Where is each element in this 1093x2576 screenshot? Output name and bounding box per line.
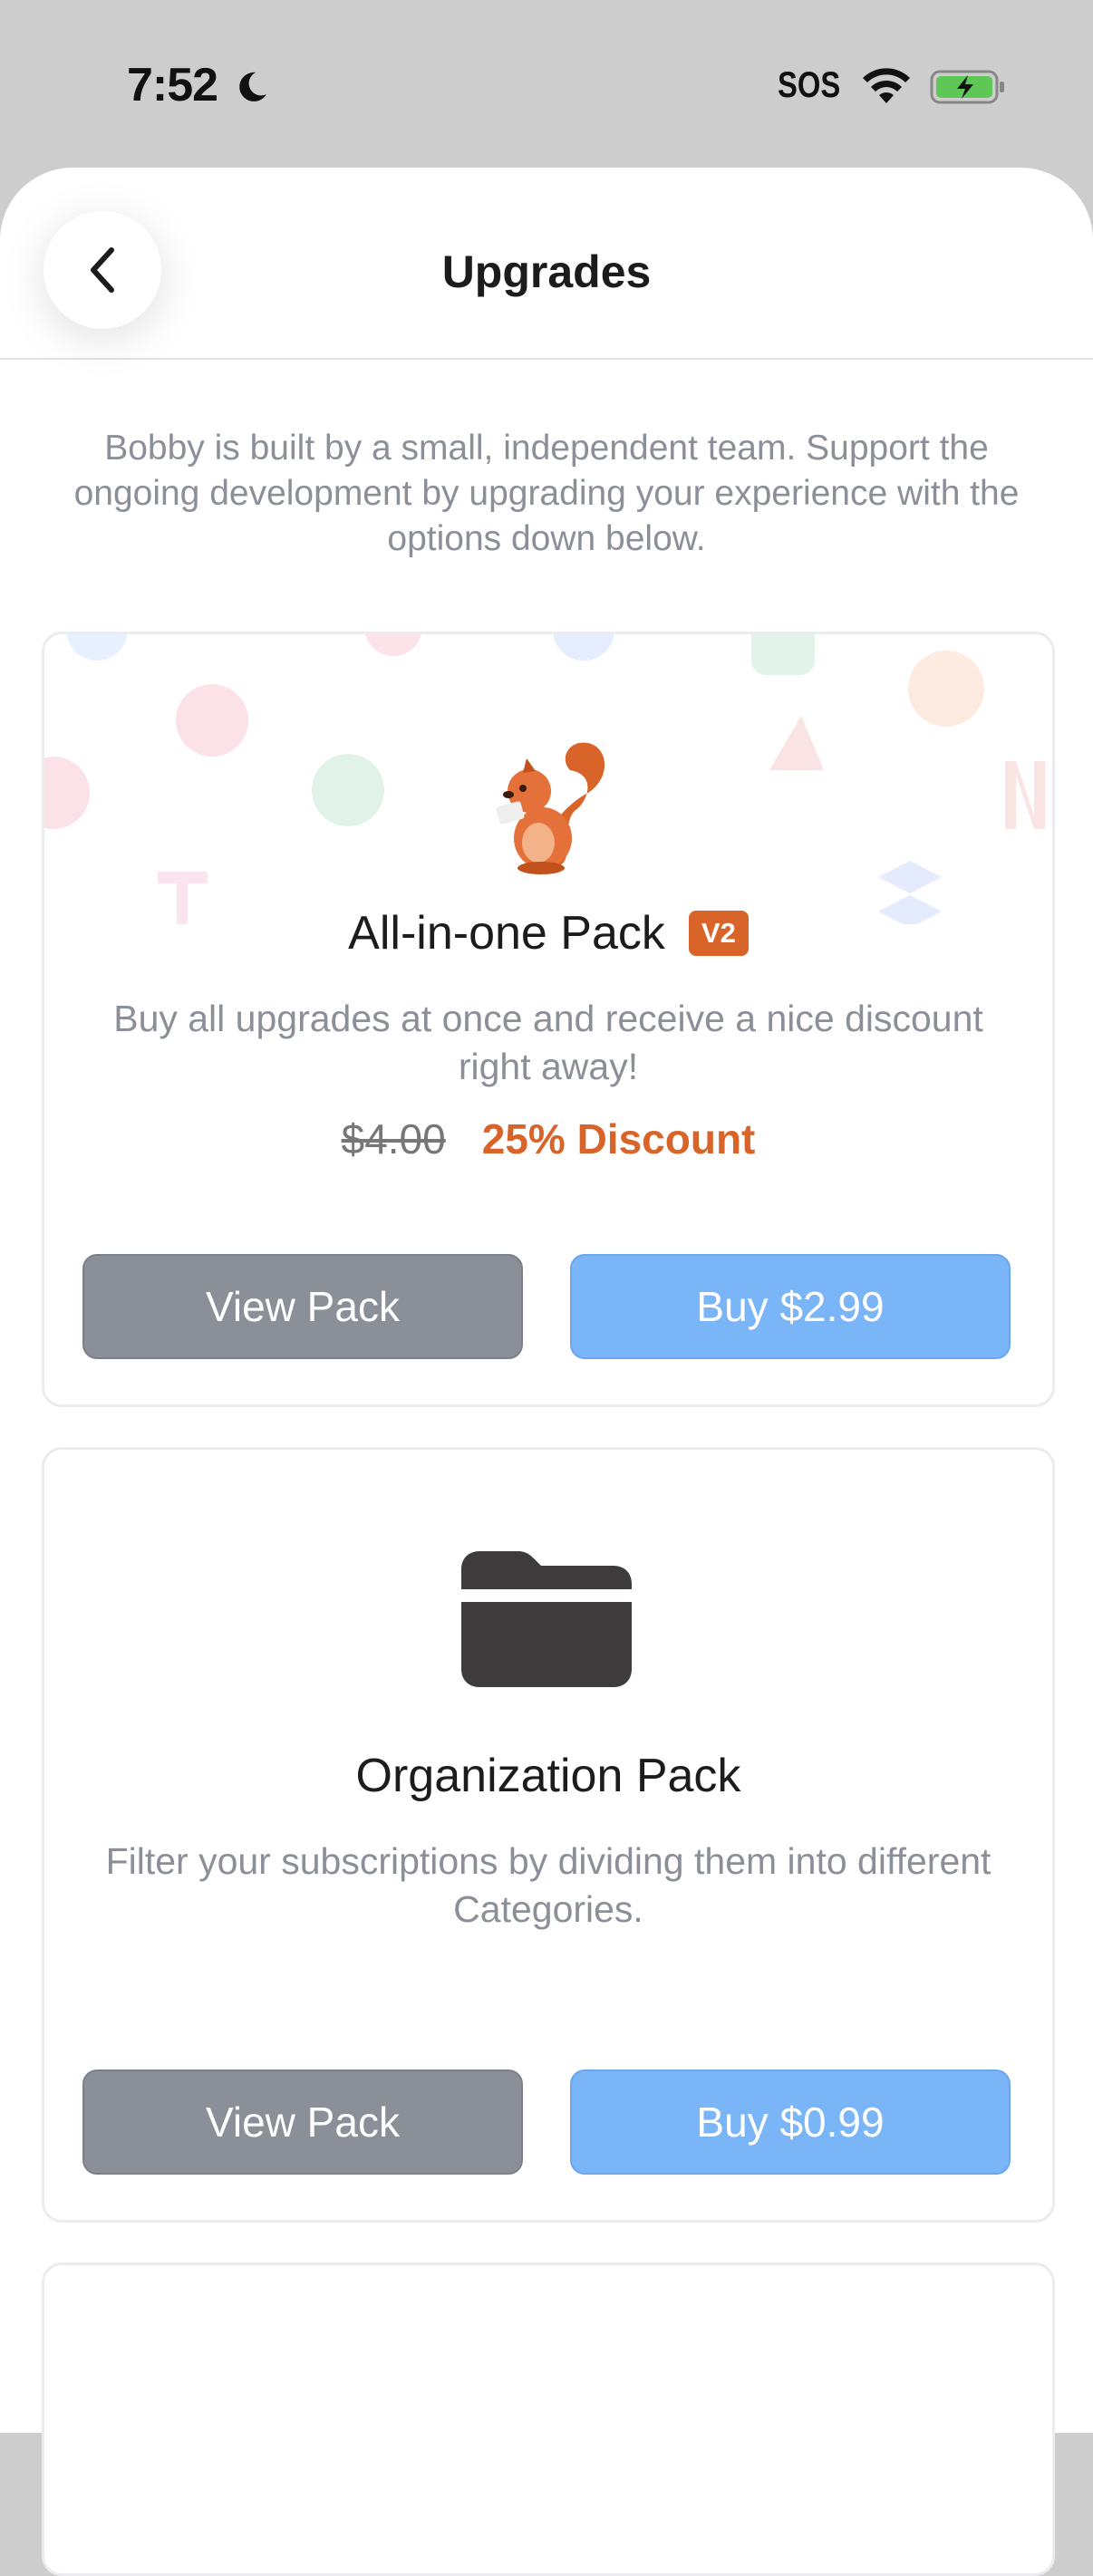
- version-badge: V2: [688, 911, 749, 956]
- folder-icon: [461, 1551, 632, 1687]
- card-title-row: Organization Pack: [44, 1749, 1052, 1803]
- card-title-row: All-in-one Pack V2: [44, 906, 1052, 960]
- discount-label: 25% Discount: [481, 1115, 756, 1163]
- all-in-one-pack-card: All-in-one Pack V2 Buy all upgrades at o…: [42, 632, 1055, 1407]
- page-title: Upgrades: [441, 246, 652, 297]
- squirrel-icon: [496, 742, 605, 874]
- upgrades-sheet: Upgrades Bobby is built by a small, inde…: [0, 168, 1093, 2576]
- price-row: $4.00 25% Discount: [44, 1114, 1052, 1163]
- old-price: $4.00: [341, 1115, 446, 1163]
- status-bar: 7:52 SOS: [0, 0, 1093, 172]
- pack-description: Buy all upgrades at once and receive a n…: [113, 998, 983, 1087]
- moon-icon: [239, 72, 266, 101]
- status-time: 7:52: [127, 59, 218, 111]
- battery-charging-icon: [930, 70, 1004, 104]
- next-pack-card: [42, 2262, 1055, 2576]
- buy-button[interactable]: Buy $0.99: [570, 2069, 1011, 2175]
- pack-title: Organization Pack: [355, 1750, 741, 1802]
- buy-button[interactable]: Buy $2.99: [570, 1254, 1011, 1359]
- intro-text: Bobby is built by a small, independent t…: [73, 429, 1020, 558]
- status-carrier: SOS: [778, 65, 841, 105]
- wifi-icon: [863, 68, 910, 103]
- organization-pack-card: Organization Pack Filter your subscripti…: [42, 1447, 1055, 2223]
- view-pack-button[interactable]: View Pack: [82, 2069, 523, 2175]
- pack-description: Filter your subscriptions by dividing th…: [105, 1840, 991, 1930]
- view-pack-button[interactable]: View Pack: [82, 1254, 523, 1359]
- nav-bar: Upgrades: [0, 168, 1093, 360]
- pack-title: All-in-one Pack: [348, 907, 665, 960]
